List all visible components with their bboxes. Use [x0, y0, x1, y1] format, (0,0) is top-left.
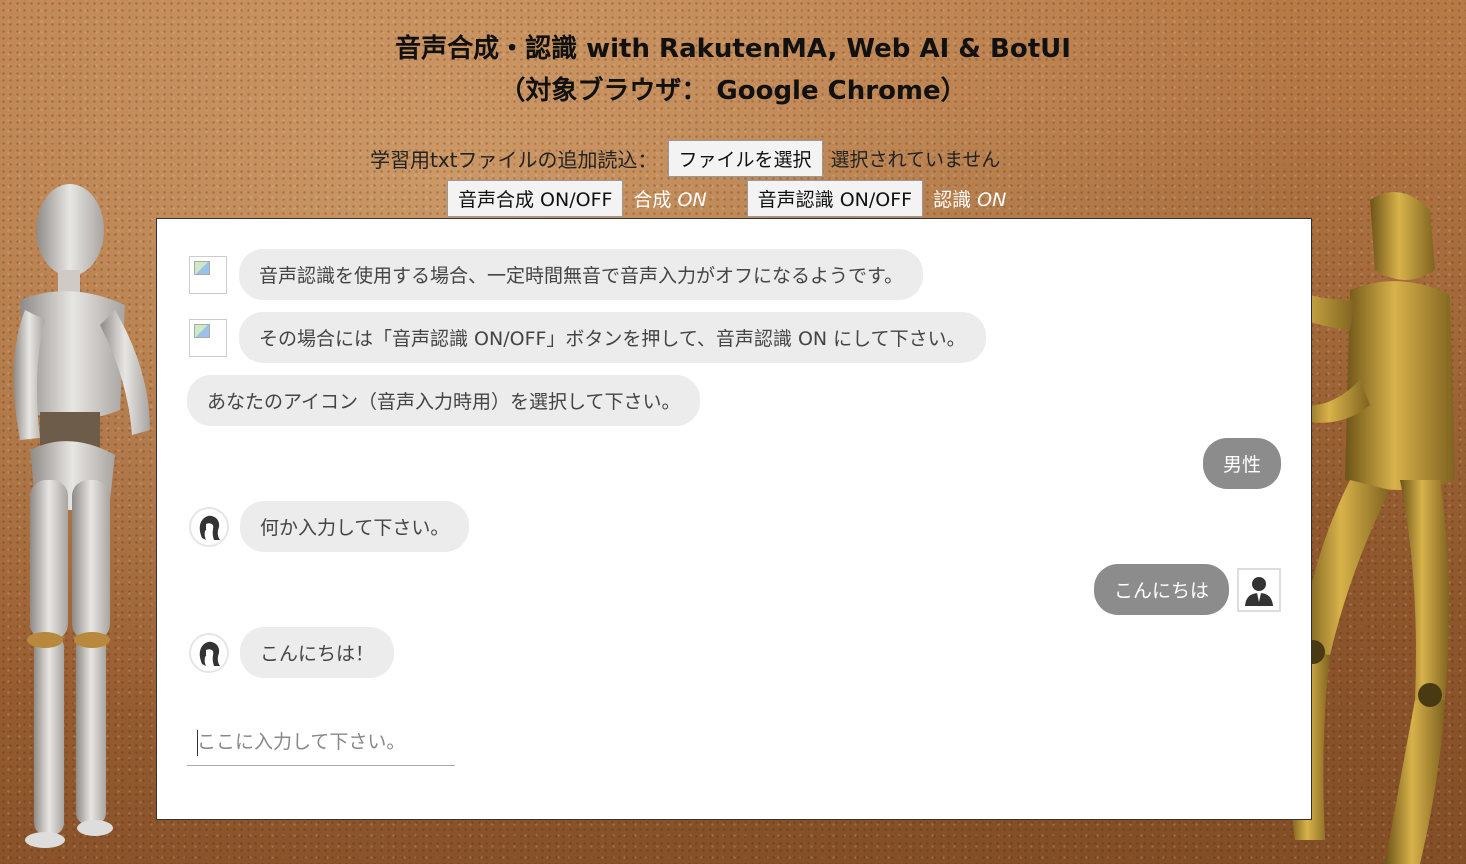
bot-message: 何か入力して下さい。 [189, 501, 470, 552]
file-status: 選択されていません [830, 149, 1001, 171]
title-line-2: （対象ブラウザ： Google Chrome） [499, 76, 967, 106]
title-line-1: 音声合成・認識 with RakutenMA, Web AI & BotUI [395, 34, 1071, 64]
chat-input-wrapper [187, 719, 455, 766]
human-message: 男性 [1202, 438, 1281, 489]
recognition-status: 認識 ON [933, 185, 1006, 212]
synthesis-toggle-button[interactable]: 音声合成 ON/OFF [447, 180, 624, 217]
chat-panel: 音声認識を使用する場合、一定時間無音で音声入力がオフになるようです。 その場合に… [156, 218, 1312, 820]
recognition-status-value: ON [977, 189, 1007, 211]
text-cursor [197, 730, 198, 756]
bot-message: その場合には「音声認識 ON/OFF」ボタンを押して、音声認識 ON にして下さ… [189, 312, 986, 363]
white-robot-figure [13, 184, 150, 848]
human-bubble[interactable]: 男性 [1202, 438, 1281, 489]
bot-bubble: その場合には「音声認識 ON/OFF」ボタンを押して、音声認識 ON にして下さ… [239, 312, 986, 363]
synthesis-status: 合成 ON [633, 185, 706, 212]
synthesis-status-value: ON [677, 189, 707, 211]
page-title: 音声合成・認識 with RakutenMA, Web AI & BotUI （… [0, 28, 1466, 112]
broken-image-icon [189, 318, 227, 357]
recognition-toggle-button[interactable]: 音声認識 ON/OFF [746, 180, 924, 217]
bot-bubble: 何か入力して下さい。 [240, 501, 470, 552]
choose-file-button[interactable]: ファイルを選択 [667, 140, 823, 177]
female-avatar-icon [189, 632, 229, 673]
human-message: こんにちは [1093, 564, 1281, 615]
bot-message: 音声認識を使用する場合、一定時間無音で音声入力がオフになるようです。 [189, 249, 924, 300]
chat-input[interactable] [187, 719, 455, 765]
synthesis-status-label: 合成 [633, 189, 672, 211]
file-upload-label: 学習用txtファイルの追加読込： [370, 148, 658, 172]
toggle-row: 音声合成 ON/OFF 合成 ON 音声認識 ON/OFF 認識 ON [447, 180, 1046, 217]
bot-message: こんにちは！ [189, 627, 395, 678]
female-avatar-icon [189, 506, 229, 547]
male-user-icon [1237, 567, 1281, 612]
human-bubble: こんにちは [1093, 564, 1229, 615]
bot-bubble: こんにちは！ [240, 627, 395, 678]
bot-message: あなたのアイコン（音声入力時用）を選択して下さい。 [187, 375, 701, 426]
bot-bubble: 音声認識を使用する場合、一定時間無音で音声入力がオフになるようです。 [239, 249, 924, 300]
broken-image-icon [189, 255, 227, 294]
file-upload-row: 学習用txtファイルの追加読込： ファイルを選択 選択されていません [370, 140, 1000, 177]
recognition-status-label: 認識 [933, 189, 972, 211]
bot-bubble: あなたのアイコン（音声入力時用）を選択して下さい。 [187, 375, 701, 426]
